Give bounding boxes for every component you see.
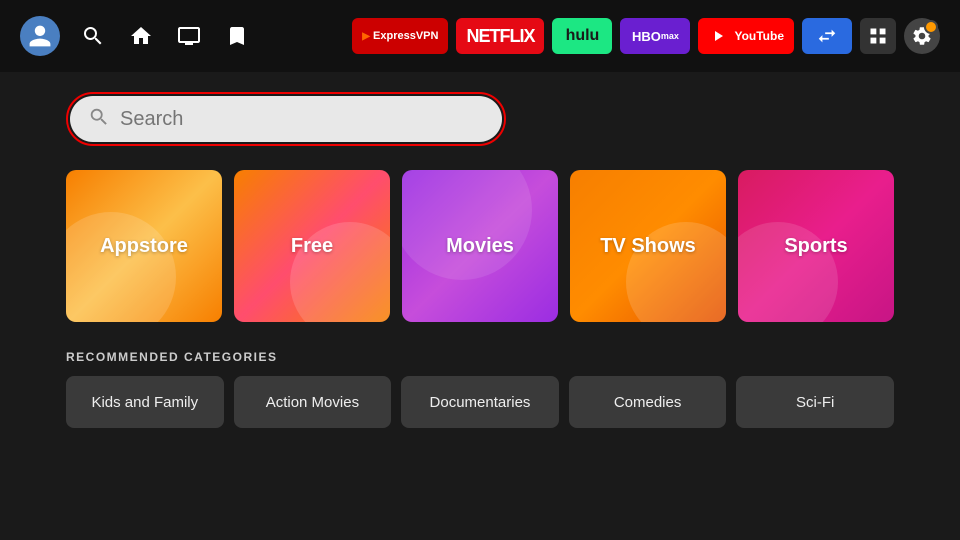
settings-icon[interactable] bbox=[904, 18, 940, 54]
hulu-app[interactable]: hulu bbox=[552, 18, 612, 54]
category-appstore[interactable]: Appstore bbox=[66, 170, 222, 322]
category-free[interactable]: Free bbox=[234, 170, 390, 322]
rec-documentaries[interactable]: Documentaries bbox=[401, 376, 559, 428]
rec-comedies[interactable]: Comedies bbox=[569, 376, 727, 428]
category-tvshows[interactable]: TV Shows bbox=[570, 170, 726, 322]
netflix-app[interactable]: NETFLIX bbox=[456, 18, 544, 54]
top-nav: ▶ ExpressVPN NETFLIX hulu HBOmax YouTube bbox=[0, 0, 960, 72]
rec-action-movies[interactable]: Action Movies bbox=[234, 376, 392, 428]
nav-left bbox=[20, 16, 252, 56]
nav-right: ▶ ExpressVPN NETFLIX hulu HBOmax YouTube bbox=[352, 18, 940, 54]
search-nav-icon[interactable] bbox=[78, 21, 108, 51]
recommended-pills: Kids and Family Action Movies Documentar… bbox=[66, 376, 894, 428]
grid-icon[interactable] bbox=[860, 18, 896, 54]
category-movies[interactable]: Movies bbox=[402, 170, 558, 322]
bookmark-icon[interactable] bbox=[222, 21, 252, 51]
search-wrapper bbox=[66, 92, 506, 146]
rec-scifi[interactable]: Sci-Fi bbox=[736, 376, 894, 428]
hbomax-app[interactable]: HBOmax bbox=[620, 18, 690, 54]
search-icon bbox=[88, 106, 110, 133]
category-cards: Appstore Free Movies TV Shows Sports bbox=[66, 170, 894, 322]
transfer-app[interactable] bbox=[802, 18, 852, 54]
avatar[interactable] bbox=[20, 16, 60, 56]
search-bar bbox=[70, 96, 502, 142]
search-input[interactable] bbox=[120, 108, 484, 131]
category-sports[interactable]: Sports bbox=[738, 170, 894, 322]
home-icon[interactable] bbox=[126, 21, 156, 51]
rec-kids-family[interactable]: Kids and Family bbox=[66, 376, 224, 428]
tv-icon[interactable] bbox=[174, 21, 204, 51]
main-content: Appstore Free Movies TV Shows Sports REC… bbox=[0, 72, 960, 428]
recommended-label: RECOMMENDED CATEGORIES bbox=[66, 350, 894, 364]
expressvpn-app[interactable]: ▶ ExpressVPN bbox=[352, 18, 448, 54]
youtube-app[interactable]: YouTube bbox=[698, 18, 794, 54]
